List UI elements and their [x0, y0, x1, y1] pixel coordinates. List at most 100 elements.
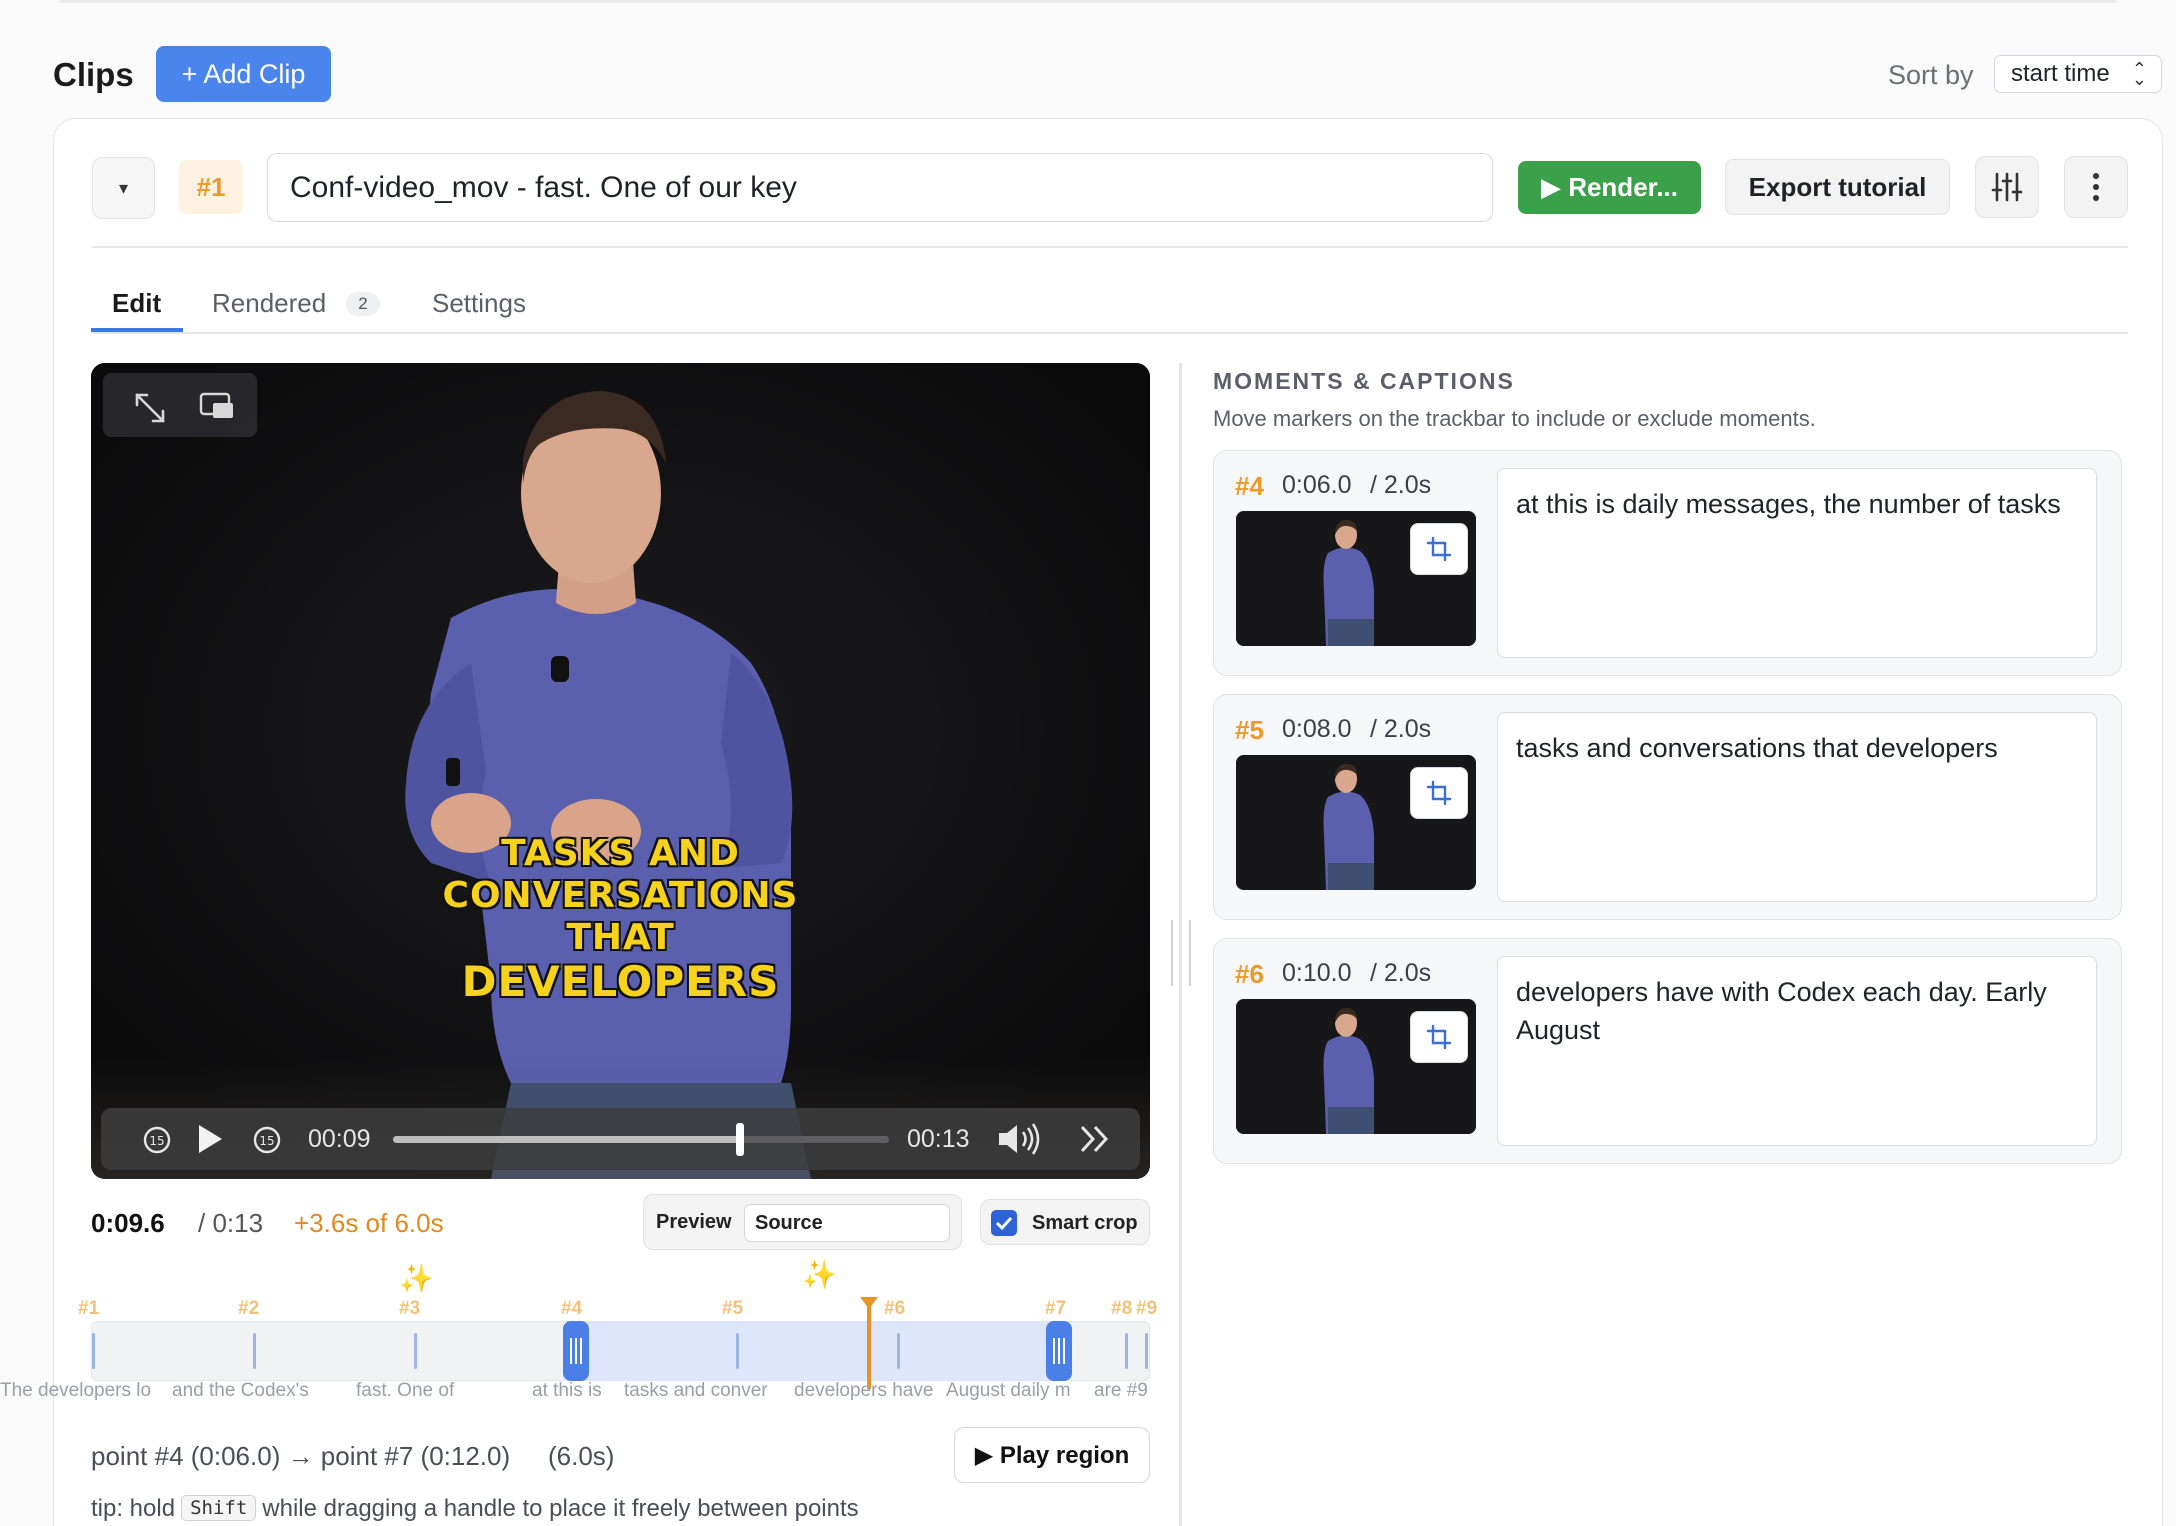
region-progress: +3.6s of 6.0s: [294, 1208, 444, 1238]
point-snippet: August daily m: [946, 1380, 1071, 1401]
sort-select-value: start time: [2011, 60, 2110, 87]
point-label: #2: [238, 1298, 260, 1319]
grip-icon: [1053, 1338, 1065, 1364]
moment-trackbar[interactable]: [91, 1297, 1150, 1389]
svg-text:15: 15: [259, 1134, 274, 1148]
more-options-button[interactable]: [2064, 156, 2128, 218]
moment-number: #6: [1235, 959, 1264, 989]
render-button[interactable]: ▶ Render...: [1518, 161, 1701, 214]
video-controls: 15 15 00:09 00:13: [101, 1108, 1140, 1170]
region-duration: (6.0s): [548, 1441, 615, 1471]
sort-select[interactable]: start time ⌃ ⌄: [1994, 55, 2162, 93]
point-snippet: at this is: [532, 1380, 602, 1401]
caption-textarea[interactable]: developers have with Codex each day. Ear…: [1497, 956, 2097, 1146]
rendered-count-badge: 2: [346, 292, 380, 316]
point-label: #7: [1045, 1298, 1067, 1319]
play-region-button[interactable]: ▶ Play region: [954, 1427, 1150, 1483]
moment-card: #6 0:10.0 / 2.0s developers have with Co…: [1213, 938, 2122, 1164]
moment-thumbnail[interactable]: [1236, 999, 1476, 1134]
resize-handle[interactable]: [1171, 920, 1191, 986]
region-range: point #4 (0:06.0) → point #7 (0:12.0): [91, 1441, 511, 1471]
video-player[interactable]: TASKS AND CONVERSATIONS THAT DEVELOPERS …: [91, 363, 1150, 1179]
point-label: #9: [1136, 1298, 1158, 1319]
fast-forward-icon[interactable]: [1079, 1124, 1111, 1154]
crop-icon: [1426, 1024, 1452, 1050]
video-tools-overlay: [103, 373, 257, 437]
tab-edit[interactable]: Edit: [112, 288, 161, 319]
moment-time: 0:10.0: [1282, 959, 1352, 987]
point-snippet: and the Codex's: [172, 1380, 309, 1401]
point-tick[interactable]: [897, 1333, 900, 1369]
total-time: / 0:13: [198, 1208, 264, 1238]
sparkle-icon: ✨: [802, 1259, 837, 1290]
video-scrubber[interactable]: [393, 1123, 889, 1156]
moment-time: 0:08.0: [1282, 715, 1352, 743]
forward-15-icon[interactable]: 15: [251, 1124, 283, 1156]
point-tick[interactable]: [92, 1333, 95, 1369]
vertical-ellipsis-icon: [2093, 173, 2099, 201]
point-label: #6: [884, 1298, 906, 1319]
smart-crop-toggle[interactable]: Smart crop: [980, 1199, 1150, 1245]
point-snippet: tasks and conver: [624, 1380, 768, 1401]
tab-settings[interactable]: Settings: [432, 288, 526, 319]
fullscreen-icon[interactable]: [133, 391, 167, 425]
crop-button[interactable]: [1410, 1011, 1468, 1063]
sparkle-icon: ✨: [399, 1263, 434, 1294]
picture-in-picture-icon[interactable]: [199, 391, 235, 421]
moment-card: #4 0:06.0 / 2.0s at this is daily messag…: [1213, 450, 2122, 676]
shift-key: Shift: [181, 1495, 257, 1521]
smart-crop-label: Smart crop: [1032, 1212, 1138, 1234]
moment-number: #4: [1235, 471, 1264, 501]
crop-button[interactable]: [1410, 767, 1468, 819]
point-tick[interactable]: [253, 1333, 256, 1369]
point-label: #8: [1111, 1298, 1133, 1319]
moment-thumbnail[interactable]: [1236, 755, 1476, 890]
moment-duration: / 2.0s: [1370, 959, 1432, 987]
point-label: #4: [561, 1298, 583, 1319]
crop-button[interactable]: [1410, 523, 1468, 575]
preview-source-select[interactable]: Source: [744, 1204, 950, 1242]
rewind-15-icon[interactable]: 15: [141, 1124, 173, 1156]
point-label: #5: [722, 1298, 744, 1319]
tip-text: tip: hold Shift while dragging a handle to…: [91, 1495, 859, 1523]
point-snippet: developers have: [794, 1380, 934, 1401]
region-start-handle[interactable]: [563, 1321, 589, 1381]
point-label: #1: [78, 1298, 100, 1319]
clip-name-input[interactable]: Conf-video_mov - fast. One of our key: [267, 153, 1493, 222]
point-tick[interactable]: [1145, 1333, 1148, 1369]
volume-icon[interactable]: [997, 1122, 1043, 1156]
updown-chevron-icon: ⌃ ⌄: [2131, 59, 2147, 89]
caption-textarea[interactable]: tasks and conversations that developers: [1497, 712, 2097, 902]
tip-suffix: while dragging a handle to place it free…: [262, 1495, 859, 1522]
point-tick[interactable]: [1125, 1333, 1128, 1369]
preview-selector: Preview Source: [643, 1194, 962, 1250]
region-end-handle[interactable]: [1046, 1321, 1072, 1381]
playhead[interactable]: [867, 1301, 871, 1389]
point-snippet: are #9: [1094, 1380, 1148, 1401]
caption-line-2: CONVERSATIONS: [442, 875, 799, 916]
point-tick[interactable]: [414, 1333, 417, 1369]
point-snippet: The developers lo: [0, 1380, 152, 1401]
add-clip-button[interactable]: + Add Clip: [156, 46, 331, 102]
current-time: 0:09.6: [91, 1208, 165, 1238]
moment-duration: / 2.0s: [1370, 471, 1432, 499]
svg-text:15: 15: [149, 1134, 164, 1148]
crop-icon: [1426, 536, 1452, 562]
moment-thumbnail[interactable]: [1236, 511, 1476, 646]
export-tutorial-button[interactable]: Export tutorial: [1725, 159, 1950, 215]
crop-icon: [1426, 780, 1452, 806]
point-tick[interactable]: [736, 1333, 739, 1369]
caption-line-4: DEVELOPERS: [461, 957, 780, 1006]
moment-time: 0:06.0: [1282, 471, 1352, 499]
tabs-divider: [92, 332, 2128, 334]
caption-textarea[interactable]: at this is daily messages, the number of…: [1497, 468, 2097, 658]
adjust-settings-button[interactable]: [1975, 156, 2039, 218]
smart-crop-checkbox[interactable]: [991, 1210, 1017, 1236]
sort-label: Sort by: [1888, 60, 1974, 90]
tab-rendered[interactable]: Rendered: [212, 288, 326, 319]
point-snippet: fast. One of: [356, 1380, 455, 1401]
moment-card: #5 0:08.0 / 2.0s tasks and conversations…: [1213, 694, 2122, 920]
scrubber-thumb[interactable]: [736, 1123, 745, 1156]
play-icon[interactable]: [195, 1122, 225, 1156]
collapse-toggle-button[interactable]: ▾: [92, 157, 155, 219]
